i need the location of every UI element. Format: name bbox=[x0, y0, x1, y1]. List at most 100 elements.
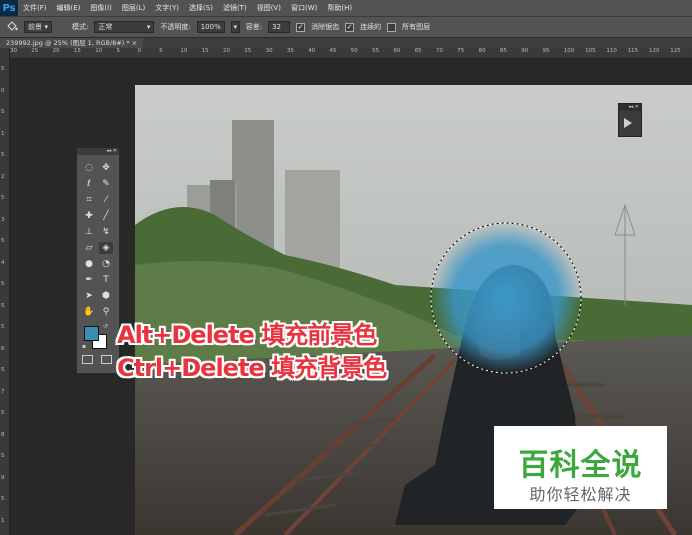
history-brush-icon[interactable]: ↯ bbox=[99, 226, 113, 238]
annotation-ctrl-delete: Ctrl+Delete 填充背景色 bbox=[117, 354, 387, 382]
paint-bucket-tool-icon[interactable] bbox=[6, 20, 18, 35]
crop-icon[interactable]: ⌗ bbox=[82, 194, 96, 206]
shape-icon[interactable]: ⬢ bbox=[99, 290, 113, 302]
tolerance-input[interactable]: 32 bbox=[268, 21, 291, 33]
chevron-down-icon: ▾ bbox=[44, 23, 48, 31]
menu-type[interactable]: 文字(Y) bbox=[150, 3, 184, 13]
ruler-tick-label: 90 bbox=[521, 48, 529, 54]
mini-panel-header[interactable]: ◂◂ ✕ bbox=[619, 104, 641, 111]
ruler-tick-label: 5 bbox=[1, 324, 5, 330]
path-select-icon[interactable]: ➤ bbox=[82, 290, 96, 302]
menu-image[interactable]: 图像(I) bbox=[85, 3, 117, 13]
ruler-tick-label: 80 bbox=[478, 48, 486, 54]
ruler-tick-label: 7 bbox=[1, 388, 5, 395]
menu-select[interactable]: 选择(S) bbox=[184, 3, 218, 13]
tools-panel: ◂◂ ✕ ◌ ✥ ℓ ✎ ⌗ ⁄ ✚ ╱ ⊥ ↯ ▱ ◈ ● ◔ ✒ T ➤ ⬢ ✋ ⚲ ↺ ▪ bbox=[76, 147, 120, 374]
menu-file[interactable]: 文件(F) bbox=[18, 3, 52, 13]
opacity-dropdown-icon[interactable]: ▾ bbox=[230, 21, 240, 33]
watermark: 百科全说 助你轻松解决 bbox=[494, 426, 667, 509]
tolerance-value: 32 bbox=[272, 23, 281, 31]
zoom-icon[interactable]: ⚲ bbox=[99, 306, 113, 318]
swap-colors-icon[interactable]: ↺ bbox=[103, 323, 108, 330]
ruler-tick-label: 50 bbox=[350, 48, 358, 54]
ruler-tick-label: 25 bbox=[31, 48, 39, 54]
quick-select-icon[interactable]: ✎ bbox=[99, 178, 113, 190]
ruler-tick-label: 115 bbox=[627, 48, 639, 54]
ruler-tick-label: 8 bbox=[1, 431, 5, 438]
paint-bucket-icon[interactable]: ◈ bbox=[99, 242, 113, 254]
hand-icon[interactable]: ✋ bbox=[82, 306, 96, 318]
opacity-input[interactable]: 100% bbox=[196, 21, 225, 33]
ruler-tick-label: 10 bbox=[95, 48, 103, 54]
default-colors-icon[interactable]: ▪ bbox=[82, 343, 86, 350]
photoshop-logo: Ps bbox=[0, 0, 18, 16]
antialias-label: 消除锯齿 bbox=[311, 23, 340, 31]
ruler-tick-label: 6 bbox=[1, 345, 5, 352]
menu-layer[interactable]: 图层(L) bbox=[117, 3, 150, 13]
pen-icon[interactable]: ✒ bbox=[82, 274, 96, 286]
ruler-tick-label: 65 bbox=[414, 48, 422, 54]
move-icon[interactable]: ✥ bbox=[99, 162, 113, 174]
play-icon[interactable] bbox=[624, 118, 632, 128]
ruler-tick-label: 5 bbox=[116, 48, 121, 54]
ruler-tick-label: 55 bbox=[372, 48, 380, 54]
marquee-icon[interactable]: ◌ bbox=[82, 162, 96, 174]
ruler-tick-label: 5 bbox=[1, 367, 5, 373]
ruler-tick-label: 30 bbox=[265, 48, 273, 54]
ruler-tick-label: 3 bbox=[1, 216, 5, 223]
ruler-tick-label: 2 bbox=[1, 173, 5, 180]
antialias-checkbox[interactable]: ✓ bbox=[296, 22, 306, 32]
watermark-title: 百科全说 bbox=[518, 448, 643, 483]
healing-icon[interactable]: ✚ bbox=[82, 210, 96, 222]
menu-bar: Ps 文件(F) 编辑(E) 图像(I) 图层(L) 文字(Y) 选择(S) 滤… bbox=[0, 0, 692, 16]
opacity-label: 不透明度: bbox=[160, 23, 191, 31]
type-icon[interactable]: T bbox=[99, 274, 113, 286]
eraser-icon[interactable]: ▱ bbox=[82, 242, 96, 254]
ruler-tick-label: 105 bbox=[585, 48, 596, 54]
menu-view[interactable]: 视图(V) bbox=[252, 3, 286, 13]
ruler-tick-label: 0 bbox=[1, 87, 5, 94]
document-tab[interactable]: 239992.jpg @ 25% (图层 1, RGB/8#) * × bbox=[0, 38, 144, 48]
ruler-tick-label: 9 bbox=[1, 474, 5, 481]
annotation-alt-delete: Alt+Delete 填充前景色 bbox=[117, 321, 377, 349]
ruler-tick-label: 110 bbox=[606, 48, 617, 54]
ruler-tick-label: 85 bbox=[499, 48, 507, 54]
ruler-tick-label: 100 bbox=[563, 48, 575, 54]
contiguous-checkbox[interactable]: ✓ bbox=[345, 22, 355, 32]
lasso-icon[interactable]: ℓ bbox=[82, 178, 96, 190]
ruler-tick-label: 25 bbox=[244, 48, 252, 54]
fill-source-select[interactable]: 前景 ▾ bbox=[24, 21, 52, 33]
actions-mini-panel: ◂◂ ✕ bbox=[618, 103, 642, 137]
ruler-tick-label: 5 bbox=[1, 281, 5, 287]
menu-edit[interactable]: 编辑(E) bbox=[52, 3, 86, 13]
ruler-tick-label: 30 bbox=[10, 48, 17, 54]
menu-window[interactable]: 窗口(W) bbox=[286, 3, 322, 13]
ruler-tick-label: 15 bbox=[73, 48, 81, 54]
eyedropper-icon[interactable]: ⁄ bbox=[99, 194, 113, 206]
screen-mode-icon[interactable] bbox=[101, 355, 112, 364]
stamp-icon[interactable]: ⊥ bbox=[82, 226, 96, 238]
ruler-tick-label: 5 bbox=[1, 496, 5, 502]
ruler-tick-label: 5 bbox=[1, 152, 5, 158]
all-layers-label: 所有图层 bbox=[402, 23, 431, 31]
ruler-tick-label: 5 bbox=[1, 410, 5, 416]
mode-select[interactable]: 正常 ▾ bbox=[94, 21, 155, 33]
ruler-tick-label: 5 bbox=[1, 66, 5, 72]
ruler-tick-label: 40 bbox=[308, 48, 316, 54]
foreground-color-swatch[interactable] bbox=[84, 326, 99, 341]
ruler-tick-label: 5 bbox=[1, 109, 5, 115]
quick-mask-icon[interactable] bbox=[82, 355, 93, 364]
blur-icon[interactable]: ● bbox=[82, 258, 96, 270]
document-tab-bar: 239992.jpg @ 25% (图层 1, RGB/8#) * × bbox=[0, 38, 692, 48]
all-layers-checkbox[interactable] bbox=[387, 22, 397, 32]
tools-panel-header[interactable]: ◂◂ ✕ bbox=[77, 148, 119, 155]
options-bar: 前景 ▾ 模式: 正常 ▾ 不透明度: 100% ▾ 容差: 32 ✓ 消除锯齿 ✓… bbox=[0, 16, 692, 38]
brush-icon[interactable]: ╱ bbox=[99, 210, 113, 222]
chevron-down-icon: ▾ bbox=[146, 23, 151, 31]
menu-help[interactable]: 帮助(H) bbox=[322, 3, 357, 13]
ruler-tick-label: 0 bbox=[137, 48, 142, 54]
menu-filter[interactable]: 滤镜(T) bbox=[218, 3, 252, 13]
ruler-tick-label: 15 bbox=[201, 48, 209, 54]
dodge-icon[interactable]: ◔ bbox=[99, 258, 113, 270]
watermark-subtitle: 助你轻松解决 bbox=[529, 485, 632, 504]
